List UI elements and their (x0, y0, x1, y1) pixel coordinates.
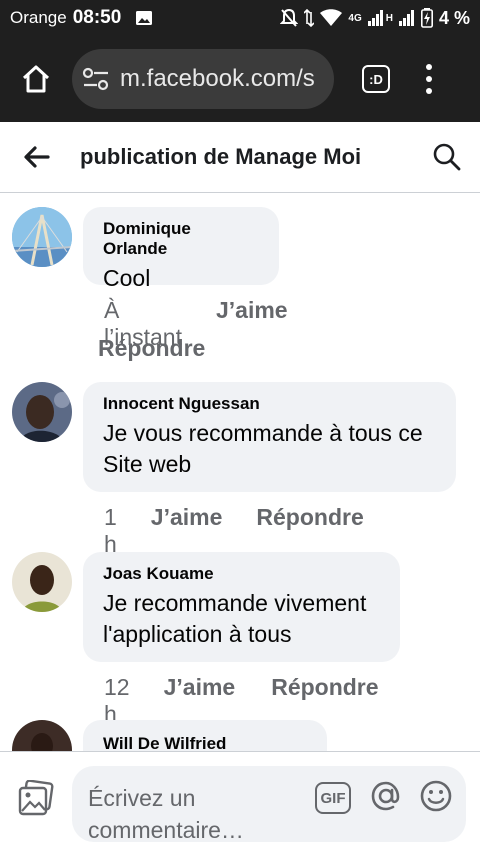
comment-author[interactable]: Dominique Orlande (103, 219, 259, 259)
emoji-icon[interactable] (418, 778, 454, 814)
wifi-icon (320, 9, 343, 26)
avatar-image (12, 552, 72, 612)
comment-author[interactable]: Joas Kouame (103, 564, 380, 584)
comment-actions-row2: Répondre (98, 335, 205, 362)
site-settings-icon[interactable] (82, 67, 110, 91)
page-title: publication de Manage Moi (80, 144, 362, 169)
menu-dot (426, 88, 432, 94)
comment-bubble: Innocent Nguessan Je vous recommande à t… (83, 382, 456, 492)
placeholder-line: commentaire… (88, 817, 244, 843)
menu-dot (426, 64, 432, 70)
network-type: 4G (348, 12, 362, 24)
tab-switcher-button[interactable]: :D (362, 65, 390, 93)
avatar-image (12, 207, 72, 267)
arrow-left-icon (24, 146, 50, 168)
comment-bubble: Will De Wilfried (83, 720, 327, 751)
reply-button[interactable]: Répondre (98, 335, 205, 362)
comment-list: Dominique Orlande Cool À l’instant J’aim… (0, 193, 480, 751)
address-bar[interactable]: m.facebook.com/s (72, 49, 334, 109)
url-text[interactable]: m.facebook.com/s (120, 65, 315, 93)
like-button[interactable]: J’aime (216, 297, 288, 351)
reply-button[interactable]: Répondre (256, 504, 363, 558)
comment-text-line: Je vous recommande à tous ce (103, 420, 423, 446)
mute-bell-icon (280, 8, 299, 27)
signal-icon-1 (367, 10, 383, 26)
home-button[interactable] (12, 55, 60, 103)
placeholder-line: Écrivez un (88, 785, 196, 811)
status-bar: Orange 08:50 4G H 4 % (0, 0, 480, 36)
search-icon[interactable] (432, 142, 462, 172)
browser-menu-button[interactable] (424, 64, 434, 94)
comment-author[interactable]: Will De Wilfried (103, 734, 307, 751)
menu-dot (426, 76, 432, 82)
like-button[interactable]: J’aime (151, 504, 223, 558)
comment-text-line: Site web (103, 451, 192, 477)
comment-placeholder: Écrivez un commentaire… (88, 782, 308, 846)
comment-actions: 1 h J’aime Répondre (104, 504, 364, 558)
avatar[interactable] (12, 382, 72, 442)
comment-text: Cool (103, 265, 151, 291)
network-type-h: H (385, 12, 393, 24)
home-icon (22, 65, 50, 93)
avatar[interactable] (12, 720, 72, 751)
battery-charging-icon (420, 8, 433, 28)
comment-bubble: Joas Kouame Je recommande vivement l'app… (83, 552, 400, 662)
page-header: publication de Manage Moi (0, 122, 480, 193)
mention-icon[interactable] (368, 778, 404, 814)
back-button[interactable] (22, 142, 52, 172)
carrier-name: Orange (10, 8, 67, 27)
gif-button[interactable]: GIF (315, 782, 351, 814)
comment-author[interactable]: Innocent Nguessan (103, 394, 436, 414)
avatar-image (12, 382, 72, 442)
avatar-image (12, 720, 72, 751)
add-photo-icon[interactable] (18, 780, 54, 816)
avatar[interactable] (12, 207, 72, 267)
comment-text-line: Je recommande vivement (103, 590, 367, 616)
avatar[interactable] (12, 552, 72, 612)
battery-level: 4 % (438, 7, 470, 28)
comment-bubble: Dominique Orlande Cool (83, 207, 279, 291)
comment-input[interactable]: Écrivez un commentaire… GIF (72, 766, 466, 843)
clock: 08:50 (72, 7, 122, 28)
data-arrows-icon (304, 9, 315, 27)
comment-composer: Écrivez un commentaire… GIF (0, 751, 480, 854)
gallery-notification-icon (136, 11, 153, 25)
status-icons: 4G H 4 % (280, 8, 470, 29)
browser-toolbar: m.facebook.com/s :D (0, 36, 480, 122)
signal-icon-2 (398, 10, 414, 26)
comment-text-line: l'application à tous (103, 621, 292, 647)
comment-time[interactable]: 1 h (104, 504, 117, 558)
